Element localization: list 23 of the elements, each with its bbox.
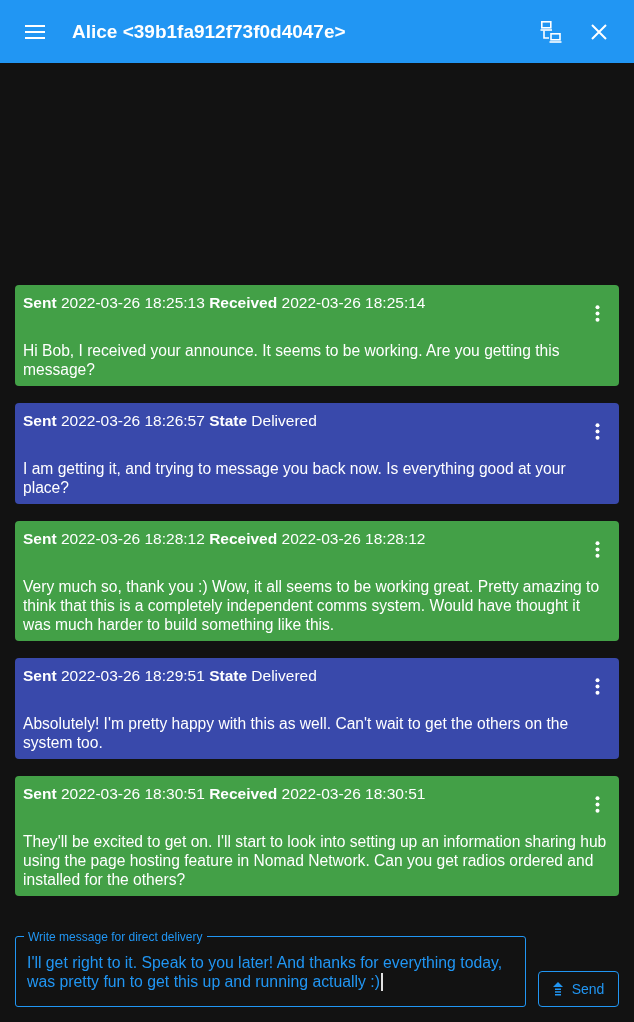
more-vertical-icon (594, 795, 600, 813)
field-label: Write message for direct delivery (24, 929, 207, 945)
message-meta: Sent 2022-03-26 18:30:51 Received 2022-03-26 18:30:51 (23, 784, 427, 804)
message-meta: Sent 2022-03-26 18:28:12 Received 2022-03-26 18:28:12 (23, 529, 427, 549)
send-button[interactable]: Send (538, 971, 619, 1007)
message-meta: Sent 2022-03-26 18:25:13 Received 2022-03-26 18:25:14 (23, 293, 427, 313)
menu-icon (25, 24, 45, 39)
more-vertical-icon (594, 304, 600, 322)
close-icon (591, 23, 607, 40)
message-text: Hi Bob, I received your announce. It seems to be working. Are you getting this message? (23, 341, 561, 379)
message-draft-text: I'll get right to it. Speak to you later! And thanks for everything today, was pretty fun to get this up and running actually :) (27, 953, 514, 991)
message-meta: Sent 2022-03-26 18:29:51 State Delivered (23, 666, 318, 686)
more-vertical-icon (594, 540, 600, 558)
message-text: They'll be excited to get on. I'll start to look into setting up an information sharing hub using the page hosting feature in Nomad Network. Can you get radios ordered and installed for the others? (23, 832, 608, 889)
message-text: I am getting it, and trying to message you back now. Is everything good at your place? (23, 459, 567, 497)
arrow-up-icon (552, 982, 563, 996)
computers-icon (540, 20, 562, 43)
message-text: Absolutely! I'm pretty happy with this as well. Can't wait to get the others on the system too. (23, 714, 570, 752)
more-vertical-icon (594, 422, 600, 440)
more-vertical-icon (594, 677, 600, 695)
message-text: Very much so, thank you :) Wow, it all seems to be working great. Pretty amazing to think that this is a completely independent comms system. Would have thought it was much harder to build something like this. (23, 577, 601, 634)
conversation-title: Alice <39b1fa912f73f0d4047e> (72, 20, 346, 43)
message-meta: Sent 2022-03-26 18:26:57 State Delivered (23, 411, 318, 431)
